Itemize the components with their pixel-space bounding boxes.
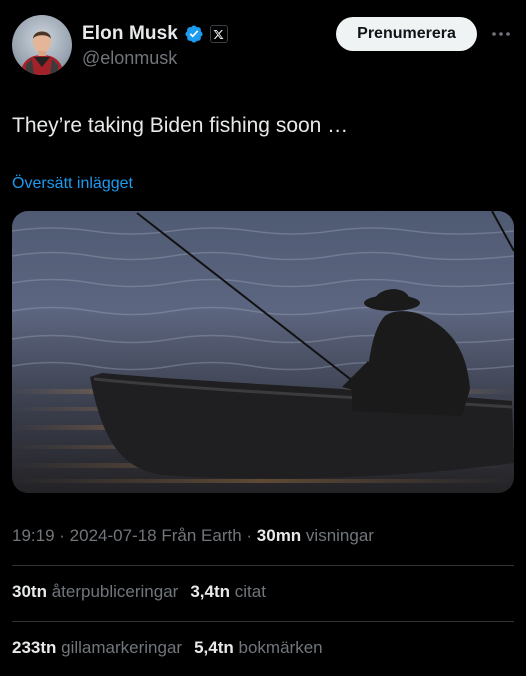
reposts-stat[interactable]: 30tn återpubliceringar	[12, 582, 178, 602]
divider	[12, 565, 514, 566]
divider	[12, 621, 514, 622]
stats-row-likes: 233tn gillamarkeringar 5,4tn bokmärken	[12, 638, 323, 658]
tweet-photo[interactable]	[12, 211, 514, 493]
stats-row-shares: 30tn återpubliceringar 3,4tn citat	[12, 582, 266, 602]
tweet-text: They’re taking Biden fishing soon …	[12, 114, 349, 137]
tweet-header: Elon Musk @elonmusk Prenumerera	[0, 0, 526, 90]
author-display-name[interactable]: Elon Musk	[82, 23, 178, 45]
verified-checkmark-icon[interactable]	[184, 24, 204, 44]
author-handle[interactable]: @elonmusk	[82, 48, 177, 69]
tweet-date[interactable]: 2024-07-18	[70, 526, 157, 545]
reposts-count: 30tn	[12, 582, 47, 601]
avatar-portrait-icon	[20, 31, 64, 75]
avatar[interactable]	[12, 15, 72, 75]
tweet-source: Från Earth	[156, 526, 242, 545]
x-logo-icon[interactable]	[209, 25, 228, 43]
more-options-icon[interactable]	[489, 22, 513, 46]
tweet-meta: 19:19 · 2024-07-18 Från Earth · 30mn vis…	[12, 526, 374, 546]
views-count: 30mn	[256, 526, 302, 545]
views-label: visningar	[301, 526, 374, 545]
subscribe-button[interactable]: Prenumerera	[336, 17, 477, 51]
bookmarks-stat[interactable]: 5,4tn bokmärken	[194, 638, 323, 658]
likes-stat[interactable]: 233tn gillamarkeringar	[12, 638, 182, 658]
bookmarks-count: 5,4tn	[194, 638, 234, 657]
likes-label: gillamarkeringar	[56, 638, 183, 657]
translate-post-link[interactable]: Översätt inlägget	[12, 175, 133, 193]
likes-count: 233tn	[12, 638, 57, 657]
reposts-label: återpubliceringar	[46, 582, 179, 601]
quotes-stat[interactable]: 3,4tn citat	[190, 582, 266, 602]
meta-separator: ·	[241, 526, 257, 545]
quotes-count: 3,4tn	[190, 582, 231, 601]
photo-fisherman-in-boat-icon	[12, 211, 514, 493]
tweet-time[interactable]: 19:19	[12, 526, 55, 545]
bookmarks-label: bokmärken	[233, 638, 323, 657]
author-name-row: Elon Musk	[82, 22, 228, 46]
meta-separator: ·	[54, 526, 70, 545]
quotes-label: citat	[230, 582, 266, 601]
